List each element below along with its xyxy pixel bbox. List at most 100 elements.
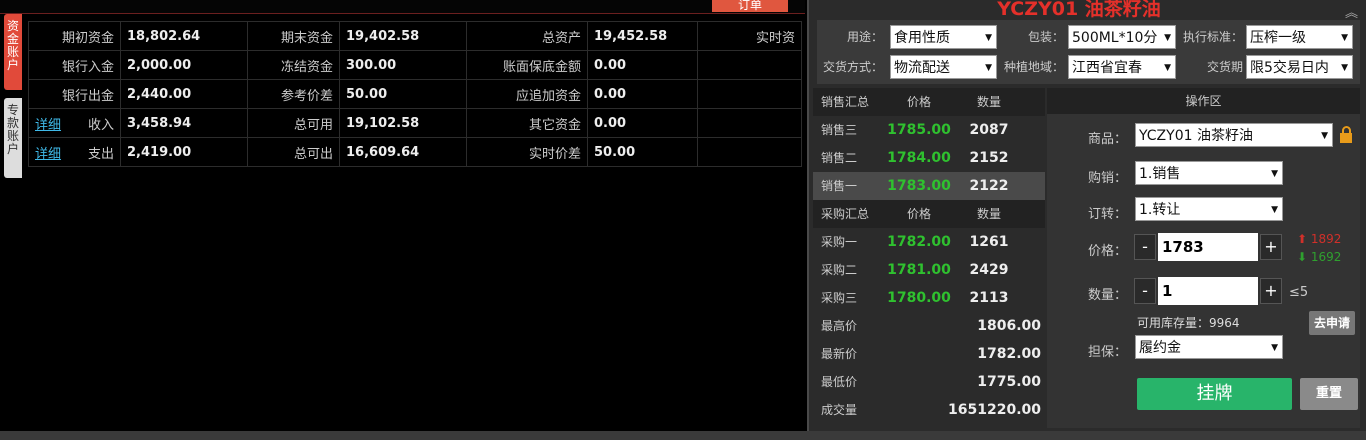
stat-row: 最高价 1806.00 [813, 312, 1045, 340]
chevron-down-icon: ▼ [1164, 33, 1171, 43]
product-select[interactable]: YCZY01 油茶籽油 ▼ [1135, 123, 1333, 147]
guarantee-select[interactable]: 履约金 ▼ [1135, 335, 1283, 359]
standard-label: 执行标准： [1182, 30, 1243, 44]
limit-down-value: 1692 [1310, 250, 1342, 264]
row-qty: 1261 [969, 234, 1009, 250]
side-value: 1.销售 [1139, 166, 1181, 182]
stat-name: 最低价 [821, 375, 858, 389]
lock-icon[interactable] [1339, 126, 1353, 144]
quantity-label: 数量： [1087, 288, 1127, 303]
price-decrement-button[interactable]: - [1134, 234, 1156, 260]
cell-value: 0.00 [587, 108, 698, 138]
pack-label: 包装： [1027, 30, 1064, 44]
order-type-select[interactable]: 1.转让 ▼ [1135, 197, 1283, 221]
chevron-down-icon: ▼ [1271, 205, 1278, 215]
buy-row[interactable]: 采购一 1782.00 1261 [813, 228, 1045, 256]
cell-value: 0.00 [587, 79, 698, 109]
sell-row[interactable]: 销售三 1785.00 2087 [813, 116, 1045, 144]
delivery-period-select[interactable]: 限5交易日内 ▼ [1246, 55, 1353, 79]
chevron-double-up-icon[interactable]: ︽ [1345, 2, 1358, 21]
cell-empty [697, 137, 802, 167]
operation-area: 操作区 商品： YCZY01 油茶籽油 ▼ 购销： 1.销售 ▼ 订转： 1.转让 ▼… [1047, 88, 1360, 428]
standard-select[interactable]: 压榨一级 ▼ [1246, 25, 1353, 49]
sell-header-price: 价格 [906, 95, 931, 109]
top-toolbar: 订单 [0, 0, 805, 14]
price-input[interactable]: 1783 [1158, 233, 1258, 261]
table-row: 银行出金 2,440.00 参考价差 50.00 应追加资金 0.00 [28, 79, 802, 109]
cell-value: 300.00 [339, 50, 467, 80]
buy-header: 采购汇总 价格 数量 [813, 200, 1045, 228]
sell-row[interactable]: 销售二 1784.00 2152 [813, 144, 1045, 172]
buy-header-qty: 数量 [976, 207, 1001, 221]
income-label: 收入 [87, 117, 114, 133]
buy-row[interactable]: 采购二 1781.00 2429 [813, 256, 1045, 284]
available-stock: 可用库存量：9964 [1137, 316, 1240, 330]
detail-link-expense[interactable]: 详细 [35, 143, 61, 162]
cell-value: 18,802.64 [120, 21, 248, 51]
account-summary-table: 期初资金 18,802.64 期末资金 19,402.58 总资产 19,452… [28, 21, 802, 167]
delivery-period-label: 交货期 [1206, 60, 1243, 74]
stat-row: 最新价 1782.00 [813, 340, 1045, 368]
stat-name: 最新价 [821, 347, 858, 361]
region-select[interactable]: 江西省宜春 ▼ [1068, 55, 1176, 79]
row-price: 1780.00 [887, 290, 951, 306]
account-panel: 订单 资金账户 专款账户 期初资金 18,802.64 期末资金 19,402.… [0, 0, 805, 440]
cell-label: 冻结资金 [247, 50, 340, 80]
price-increment-button[interactable]: + [1260, 234, 1282, 260]
cell-value: 2,419.00 [120, 137, 248, 167]
region-label: 种植地域： [1003, 60, 1064, 74]
chevron-down-icon: ▼ [985, 63, 992, 73]
quantity-decrement-button[interactable]: - [1134, 278, 1156, 304]
quantity-increment-button[interactable]: + [1260, 278, 1282, 304]
row-qty: 2122 [969, 178, 1009, 194]
delivery-method-label: 交货方式： [822, 60, 883, 74]
stat-value: 1775.00 [977, 374, 1041, 390]
cell-value: 19,452.58 [587, 21, 698, 51]
usage-label: 用途： [846, 30, 883, 44]
row-price: 1783.00 [887, 178, 951, 194]
stat-value: 1806.00 [977, 318, 1041, 334]
guarantee-value: 履约金 [1139, 340, 1181, 356]
reset-button[interactable]: 重置 [1300, 378, 1358, 410]
quantity-input[interactable]: 1 [1158, 277, 1258, 305]
vertical-tabs: 资金账户 专款账户 [0, 14, 24, 440]
cell-value: 50.00 [339, 79, 467, 109]
tab-fund-account[interactable]: 资金账户 [4, 14, 22, 90]
tab-special-account[interactable]: 专款账户 [4, 98, 22, 178]
apply-button[interactable]: 去申请 [1309, 311, 1355, 335]
order-button[interactable]: 订单 [712, 0, 788, 12]
cell-label: 银行出金 [28, 79, 121, 109]
row-name: 销售三 [821, 123, 858, 137]
chevron-down-icon: ▼ [985, 33, 992, 43]
guarantee-label: 担保： [1087, 345, 1127, 360]
cell-value: 50.00 [587, 137, 698, 167]
sell-row-selected[interactable]: 销售一 1783.00 2122 [813, 172, 1045, 200]
cell-value: 3,458.94 [120, 108, 248, 138]
row-qty: 2113 [969, 290, 1009, 306]
pack-select[interactable]: 500ML*10分 ▼ [1068, 25, 1176, 49]
row-price: 1784.00 [887, 150, 951, 166]
cell-label: 详细 支出 [28, 137, 121, 167]
table-row: 详细 支出 2,419.00 总可出 16,609.64 实时价差 50.00 [28, 137, 802, 167]
usage-select[interactable]: 食用性质 ▼ [890, 25, 997, 49]
row-price: 1782.00 [887, 234, 951, 250]
cell-label: 期末资金 [247, 21, 340, 51]
cell-label: 账面保底金额 [466, 50, 588, 80]
limit-up: ⬆ 1892 [1297, 232, 1341, 246]
side-select[interactable]: 1.销售 ▼ [1135, 161, 1283, 185]
row-name: 销售一 [821, 179, 858, 193]
stat-row: 成交量 1651220.00 [813, 396, 1045, 424]
expense-label: 支出 [87, 146, 114, 162]
bottom-status-bar [0, 431, 1366, 440]
buy-row[interactable]: 采购三 1780.00 2113 [813, 284, 1045, 312]
row-name: 销售二 [821, 151, 858, 165]
operation-header: 操作区 [1047, 88, 1360, 114]
detail-link-income[interactable]: 详细 [35, 114, 61, 133]
order-book: 销售汇总 价格 数量 销售三 1785.00 2087 销售二 1784.00 … [813, 88, 1045, 428]
order-type-value: 1.转让 [1139, 202, 1181, 218]
product-value: YCZY01 油茶籽油 [1139, 128, 1253, 144]
delivery-method-select[interactable]: 物流配送 ▼ [890, 55, 997, 79]
sell-header-qty: 数量 [976, 95, 1001, 109]
post-listing-button[interactable]: 挂牌 [1137, 378, 1292, 410]
filter-bar: 用途： 食用性质 ▼ 包装： 500ML*10分 ▼ 执行标准： 压榨一级 ▼ 交货方… [817, 20, 1360, 84]
